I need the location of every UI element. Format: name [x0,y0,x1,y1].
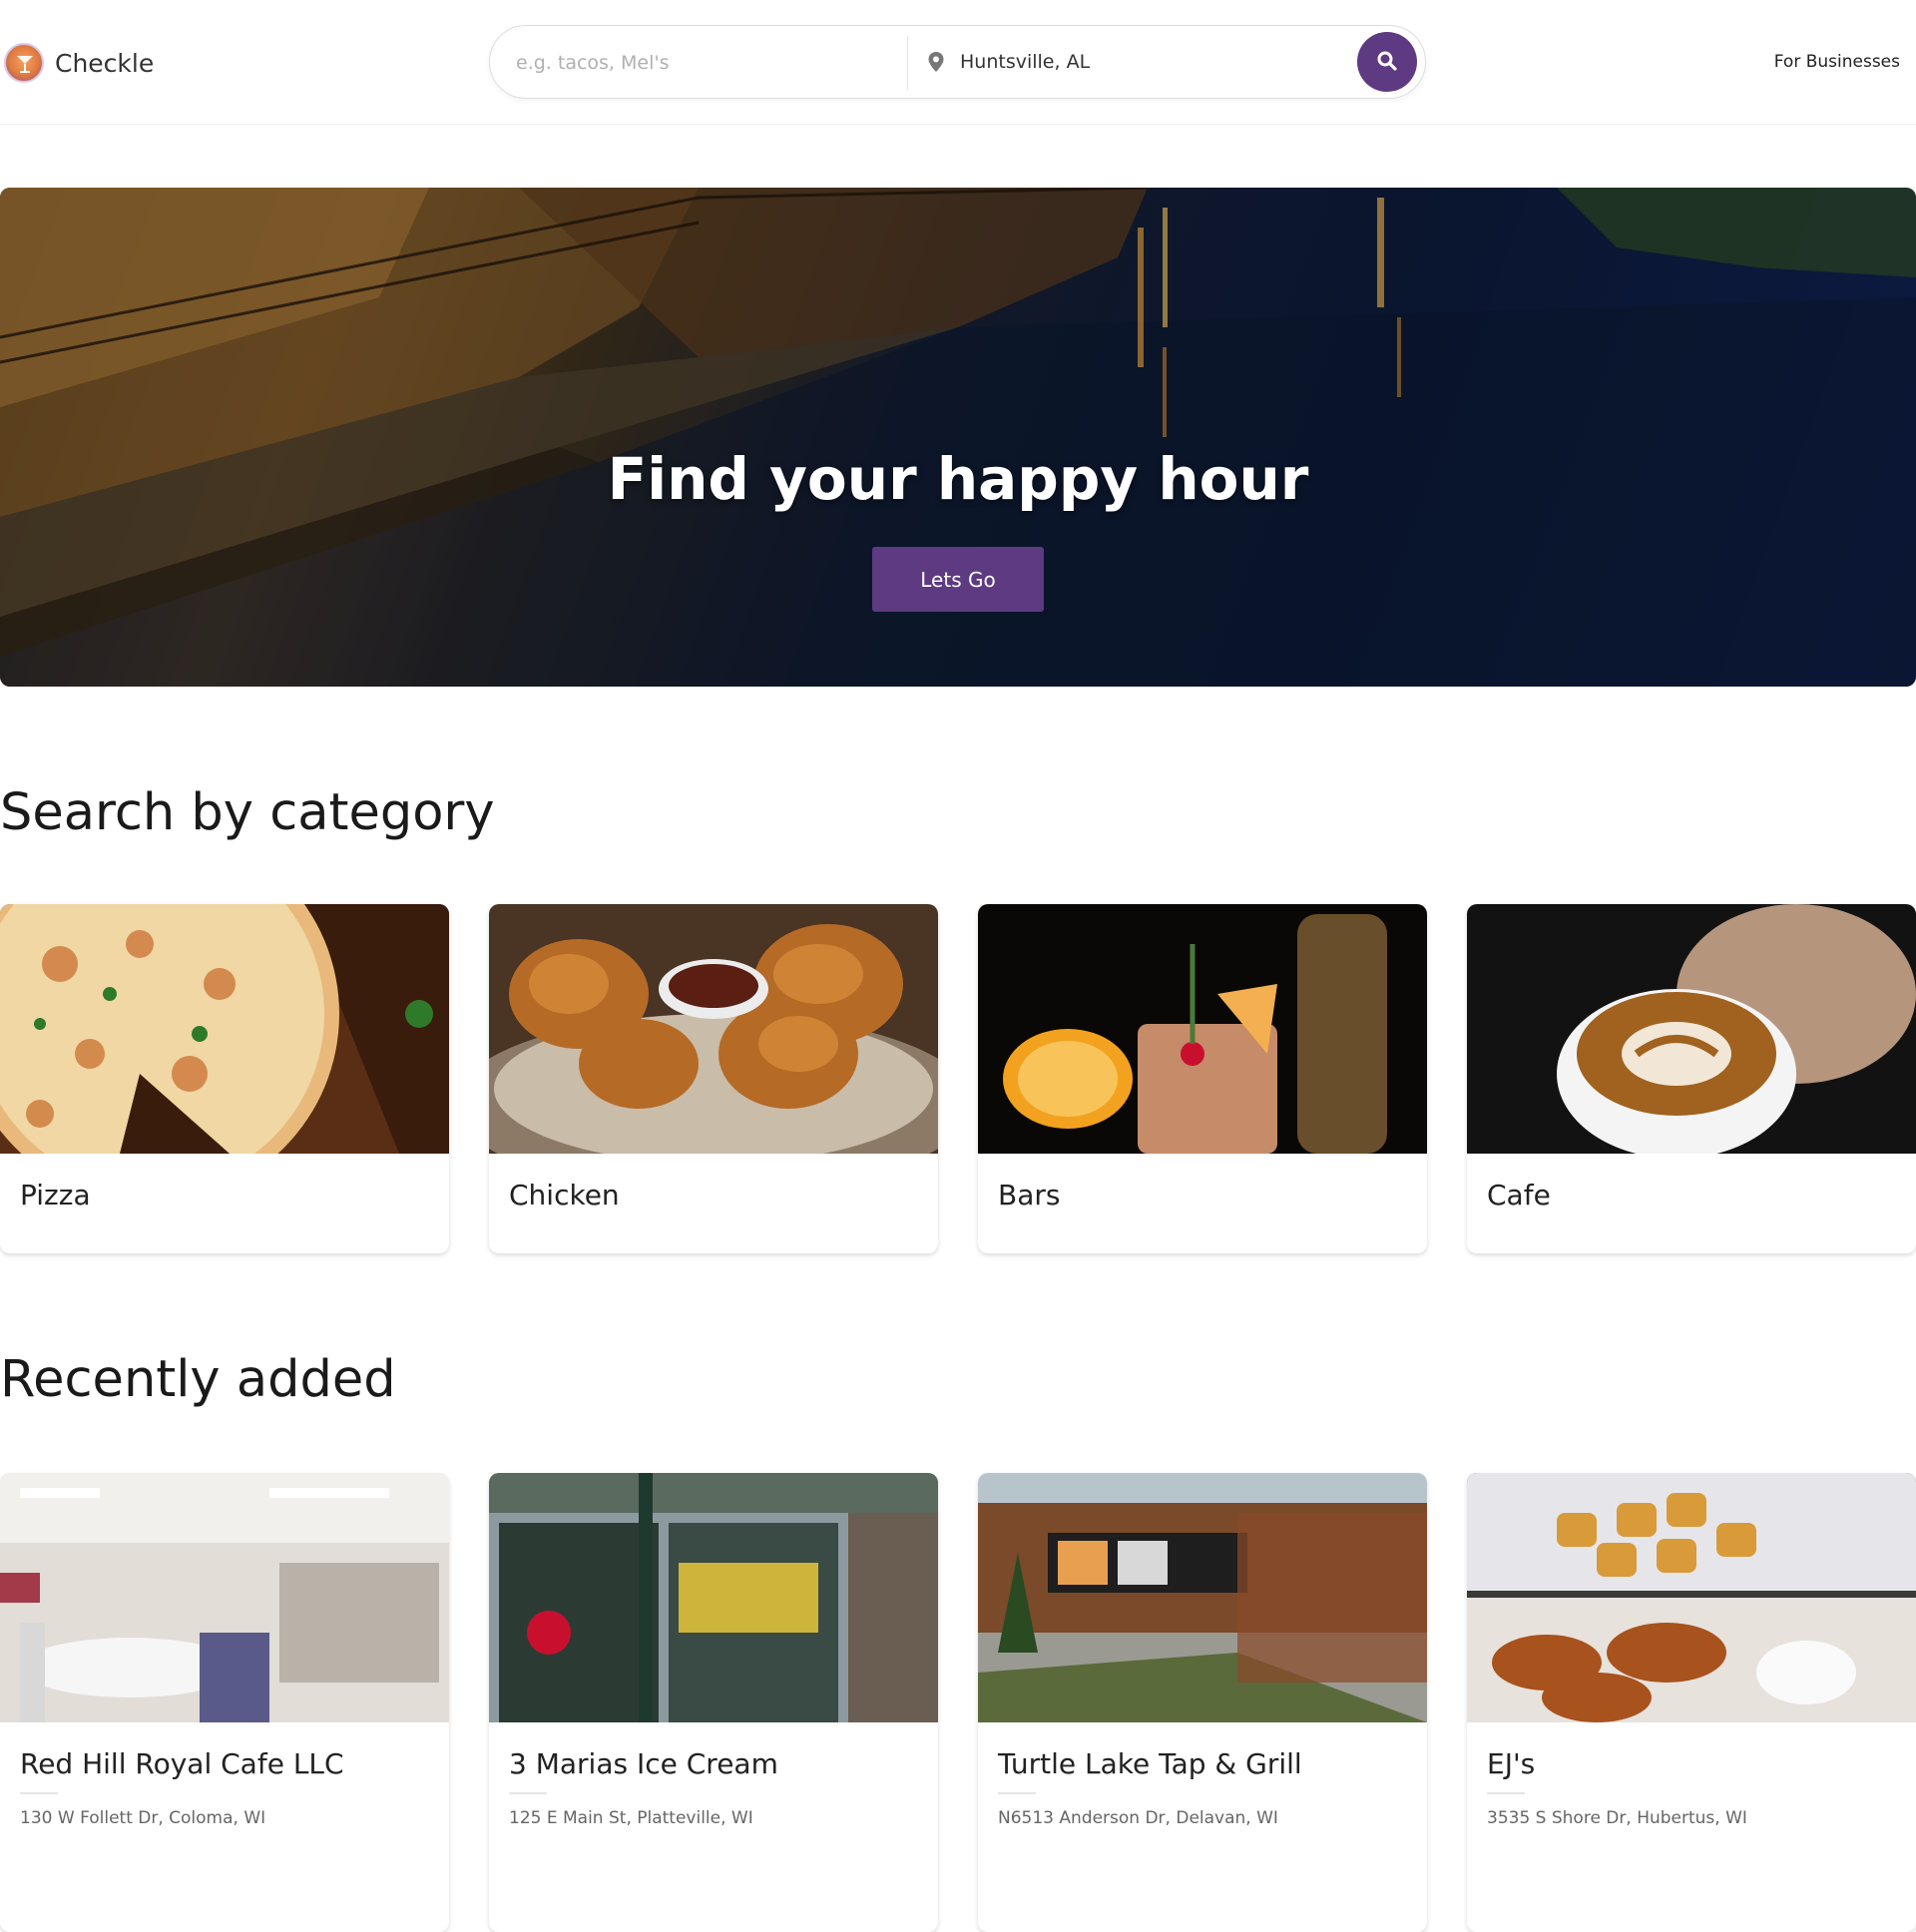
lets-go-button[interactable]: Lets Go [872,547,1044,612]
divider [998,1792,1036,1794]
bars-image [978,904,1427,1154]
category-card-chicken[interactable]: Chicken [489,904,938,1253]
top-nav: Checkle Huntsville, AL For Businesses [0,0,1916,125]
search-icon [1376,50,1398,75]
listing-name: Red Hill Royal Cafe LLC [20,1747,344,1780]
listing-image [1467,1473,1916,1722]
checkle-logo-icon [4,43,44,83]
divider [509,1792,547,1794]
recent-section-title: Recently added [0,1350,396,1409]
listing-image [978,1473,1427,1722]
search-divider [907,36,908,90]
listing-address: 130 W Follett Dr, Coloma, WI [20,1808,266,1828]
brand-logo[interactable]: Checkle [4,43,154,83]
listing-card[interactable]: EJ's 3535 S Shore Dr, Hubertus, WI [1467,1473,1916,1932]
category-card-cafe[interactable]: Cafe [1467,904,1916,1253]
recent-cards: Red Hill Royal Cafe LLC 130 W Follett Dr… [0,1473,1916,1932]
listing-name: EJ's [1487,1747,1536,1780]
divider [20,1792,58,1794]
category-cards: Pizza Chicken Bars Cafe [0,904,1916,1263]
listing-card[interactable]: 3 Marias Ice Cream 125 E Main St, Platte… [489,1473,938,1932]
listing-card[interactable]: Turtle Lake Tap & Grill N6513 Anderson D… [978,1473,1427,1932]
divider [1487,1792,1525,1794]
pizza-image [0,904,449,1154]
category-label: Cafe [1487,1179,1551,1211]
location-pin-icon [927,51,945,77]
brand-name: Checkle [55,48,155,78]
category-card-bars[interactable]: Bars [978,904,1427,1253]
listing-name: 3 Marias Ice Cream [509,1747,778,1780]
listing-card[interactable]: Red Hill Royal Cafe LLC 130 W Follett Dr… [0,1473,449,1932]
search-bar: Huntsville, AL [489,25,1426,99]
category-label: Pizza [20,1179,91,1211]
for-businesses-link[interactable]: For Businesses [1774,52,1900,72]
location-field[interactable]: Huntsville, AL [960,51,1090,73]
search-button[interactable] [1357,32,1417,92]
listing-address: N6513 Anderson Dr, Delavan, WI [998,1808,1278,1828]
category-label: Chicken [509,1179,620,1211]
category-card-pizza[interactable]: Pizza [0,904,449,1253]
category-section-title: Search by category [0,783,495,842]
listing-image [0,1473,449,1722]
hero-image [0,188,1916,687]
cafe-image [1467,904,1916,1154]
chicken-image [489,904,938,1154]
search-input[interactable] [516,44,895,82]
listing-image [489,1473,938,1722]
category-label: Bars [998,1179,1061,1211]
listing-name: Turtle Lake Tap & Grill [998,1747,1302,1780]
hero-banner: Find your happy hour Lets Go [0,188,1916,687]
listing-address: 125 E Main St, Platteville, WI [509,1808,753,1828]
listing-address: 3535 S Shore Dr, Hubertus, WI [1487,1808,1747,1828]
hero-title: Find your happy hour [607,445,1309,513]
